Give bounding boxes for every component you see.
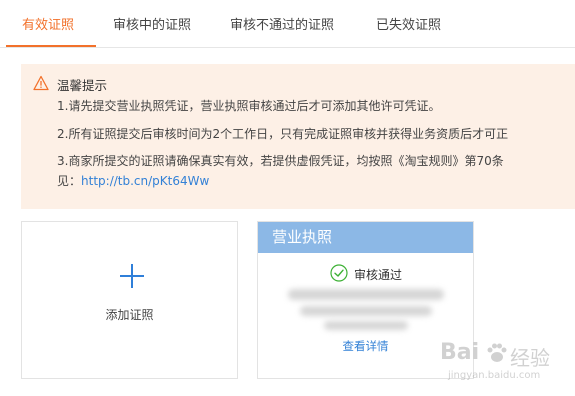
warning-icon bbox=[33, 75, 49, 91]
blurred-license-info bbox=[300, 306, 432, 316]
notice-line-4: 见：http://tb.cn/pKt64Ww bbox=[57, 172, 209, 189]
status-badge: 审核通过 bbox=[354, 268, 403, 282]
notice-line-4-prefix: 见： bbox=[57, 174, 82, 188]
check-circle-icon bbox=[330, 264, 348, 282]
notice-line-1: 1.请先提交营业执照凭证，营业执照审核通过后才可添加其他许可凭证。 bbox=[57, 99, 441, 113]
watermark-subtext: jingyan.baidu.com bbox=[448, 370, 541, 381]
tab-rejected[interactable]: 审核不通过的证照 bbox=[230, 14, 334, 33]
watermark-brand: Bai bbox=[440, 340, 480, 365]
active-tab-indicator bbox=[6, 45, 96, 47]
tab-expired[interactable]: 已失效证照 bbox=[376, 14, 441, 33]
blurred-license-info bbox=[288, 289, 444, 300]
add-license-label: 添加证照 bbox=[105, 308, 154, 322]
rules-link[interactable]: http://tb.cn/pKt64Ww bbox=[81, 174, 209, 188]
tab-valid-licenses[interactable]: 有效证照 bbox=[22, 14, 74, 33]
plus-icon bbox=[120, 264, 144, 288]
paw-icon bbox=[487, 343, 507, 362]
notice-title: 温馨提示 bbox=[57, 78, 108, 93]
baidu-jingyan-watermark: Bai 经验 jingyan.baidu.com bbox=[440, 338, 575, 388]
license-card-title: 营业执照 bbox=[258, 222, 473, 253]
notice-line-3: 3.商家所提交的证照请确保真实有效，若提供虚假凭证，均按照《淘宝规则》第70条 bbox=[57, 154, 504, 168]
notice-line-2: 2.所有证照提交后审核时间为2个工作日，只有完成证照审核并获得业务资质后才可正 bbox=[57, 127, 509, 141]
blurred-license-info bbox=[324, 321, 408, 330]
notice-box: 温馨提示 1.请先提交营业执照凭证，营业执照审核通过后才可添加其他许可凭证。 2… bbox=[21, 64, 575, 209]
tab-under-review[interactable]: 审核中的证照 bbox=[113, 14, 191, 33]
tab-bar: 有效证照 审核中的证照 审核不通过的证照 已失效证照 bbox=[0, 0, 575, 48]
add-license-card[interactable]: 添加证照 bbox=[21, 221, 238, 379]
watermark-brand-cn: 经验 bbox=[510, 346, 550, 370]
